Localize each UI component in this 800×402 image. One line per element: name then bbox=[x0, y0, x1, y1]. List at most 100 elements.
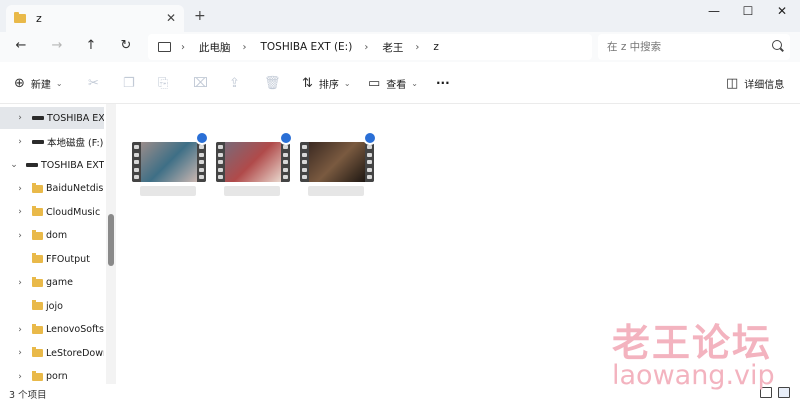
film-strip bbox=[216, 142, 225, 182]
film-hole bbox=[134, 152, 139, 157]
watermark-url: laowang.vip bbox=[612, 360, 775, 391]
folder-icon bbox=[32, 276, 43, 287]
breadcrumb-separator[interactable]: › bbox=[243, 42, 247, 53]
search-box[interactable] bbox=[598, 34, 790, 60]
sort-button[interactable]: ⇅ 排序 ⌄ bbox=[302, 76, 351, 91]
rename-icon[interactable]: ⌧ bbox=[193, 76, 208, 91]
film-hole bbox=[199, 167, 204, 172]
more-options-button[interactable]: ··· bbox=[436, 76, 450, 90]
details-pane-button[interactable]: ◫ 详细信息 bbox=[726, 76, 784, 91]
sidebar-item[interactable]: › TOSHIBA EXT bbox=[0, 107, 104, 129]
up-button[interactable]: ↑ bbox=[82, 38, 100, 53]
back-button[interactable]: ← bbox=[12, 38, 30, 53]
film-hole bbox=[367, 160, 372, 164]
sidebar-item-label: TOSHIBA EXT bbox=[47, 112, 104, 124]
refresh-button[interactable]: ↻ bbox=[117, 38, 135, 53]
folder-icon bbox=[32, 229, 43, 240]
chevron-right-icon[interactable]: › bbox=[15, 137, 25, 147]
film-hole bbox=[134, 160, 139, 164]
sidebar-item[interactable]: › game bbox=[0, 272, 104, 294]
tiles-view-icon[interactable] bbox=[778, 387, 790, 398]
breadcrumb-separator[interactable]: › bbox=[364, 42, 368, 53]
close-tab-icon[interactable]: ✕ bbox=[166, 11, 176, 25]
tab-z[interactable]: z ✕ bbox=[6, 5, 184, 32]
chevron-right-icon[interactable]: › bbox=[15, 372, 25, 382]
watermark-text: 老王论坛 bbox=[612, 321, 773, 365]
paste-icon[interactable]: ⎘ bbox=[158, 76, 168, 91]
drive-icon bbox=[32, 139, 44, 144]
view-icon: ▭ bbox=[368, 76, 381, 91]
sidebar-item[interactable]: › CloudMusic bbox=[0, 201, 104, 223]
film-hole bbox=[367, 175, 372, 179]
breadcrumb-separator[interactable]: › bbox=[181, 42, 185, 53]
sidebar-item[interactable]: › dom bbox=[0, 225, 104, 247]
folder-icon bbox=[32, 347, 43, 357]
chevron-down-icon: ⌄ bbox=[55, 79, 63, 88]
new-tab-button[interactable]: + bbox=[194, 8, 206, 24]
sidebar-item-label: porn bbox=[46, 371, 68, 382]
share-icon[interactable]: ⇪ bbox=[229, 76, 240, 91]
forward-button[interactable]: → bbox=[48, 38, 66, 53]
sidebar-item-label: CloudMusic bbox=[46, 206, 101, 218]
video-thumbnail bbox=[216, 142, 290, 182]
drive-icon bbox=[26, 163, 38, 167]
navigation-pane: › TOSHIBA EXT › 本地磁盘 (F:) ⌄ TOSHIBA EXT (› Bai… bbox=[0, 104, 118, 384]
search-icon[interactable] bbox=[772, 40, 782, 50]
copy-icon[interactable]: ❐ bbox=[123, 76, 135, 91]
sidebar-item[interactable]: › LeStoreDownl bbox=[0, 342, 104, 364]
film-hole bbox=[199, 145, 204, 149]
address-bar[interactable]: › 此电脑 › TOSHIBA EXT (E:) › 老王 › z bbox=[148, 34, 592, 60]
sidebar-item[interactable]: › 本地磁盘 (F:) bbox=[0, 131, 104, 153]
file-name-blurred bbox=[308, 186, 364, 196]
sidebar-scrollbar[interactable] bbox=[106, 104, 116, 384]
film-hole bbox=[218, 160, 223, 164]
scrollbar-thumb[interactable] bbox=[108, 214, 114, 266]
breadcrumb-z[interactable]: z bbox=[433, 41, 439, 53]
sidebar-item[interactable]: jojo bbox=[0, 295, 104, 317]
maximize-button[interactable]: ☐ bbox=[738, 4, 758, 18]
close-window-button[interactable]: ✕ bbox=[772, 4, 792, 18]
cut-icon[interactable]: ✂ bbox=[88, 76, 99, 91]
command-toolbar: ⊕ 新建 ⌄ ✂ ❐ ⎘ ⌧ ⇪ 🗑 ⇅ 排序 ⌄ ▭ 查看 ⌄ ··· ◫ 详… bbox=[0, 66, 800, 104]
sidebar-item[interactable]: › LenovoSoftsto bbox=[0, 319, 104, 341]
film-hole bbox=[302, 160, 307, 164]
chevron-down-icon: ⌄ bbox=[411, 79, 418, 88]
sort-icon: ⇅ bbox=[302, 76, 313, 91]
film-strip bbox=[300, 142, 309, 182]
film-hole bbox=[134, 145, 139, 149]
sidebar-item-label: LenovoSoftsto bbox=[46, 324, 104, 335]
sidebar-item[interactable]: › BaiduNetdiskD bbox=[0, 178, 104, 200]
film-hole bbox=[134, 167, 139, 172]
breadcrumb-this-pc[interactable]: 此电脑 bbox=[199, 40, 231, 55]
chevron-right-icon[interactable]: › bbox=[15, 207, 25, 217]
breadcrumb-drive-e[interactable]: TOSHIBA EXT (E:) bbox=[261, 41, 353, 53]
sync-status-icon bbox=[195, 131, 209, 145]
film-hole bbox=[302, 175, 307, 179]
delete-icon[interactable]: 🗑 bbox=[264, 76, 281, 91]
sidebar-item-label: game bbox=[46, 277, 73, 288]
film-hole bbox=[283, 145, 288, 149]
film-hole bbox=[199, 152, 204, 157]
chevron-down-icon[interactable]: ⌄ bbox=[9, 160, 19, 170]
sidebar-item[interactable]: ⌄ TOSHIBA EXT ( bbox=[0, 154, 104, 176]
search-input[interactable] bbox=[607, 41, 767, 53]
chevron-right-icon[interactable]: › bbox=[15, 231, 25, 241]
sidebar-item-label: 本地磁盘 (F:) bbox=[47, 137, 104, 149]
chevron-right-icon[interactable]: › bbox=[15, 348, 25, 358]
chevron-right-icon[interactable]: › bbox=[15, 113, 25, 123]
film-hole bbox=[283, 152, 288, 157]
file-explorer-window: z ✕ + — ☐ ✕ ← → ↑ ↻ › 此电脑 › TOSHIBA EXT … bbox=[0, 0, 800, 402]
chevron-right-icon[interactable]: › bbox=[15, 278, 25, 288]
breadcrumb-laowang[interactable]: 老王 bbox=[382, 40, 403, 55]
view-button[interactable]: ▭ 查看 ⌄ bbox=[368, 76, 418, 91]
new-button[interactable]: ⊕ 新建 ⌄ bbox=[14, 76, 63, 91]
file-name-blurred bbox=[140, 186, 196, 196]
more-label: ··· bbox=[436, 76, 450, 90]
chevron-right-icon[interactable]: › bbox=[15, 184, 25, 194]
sidebar-item[interactable]: FFOutput bbox=[0, 248, 104, 270]
film-hole bbox=[218, 145, 223, 149]
breadcrumb-separator[interactable]: › bbox=[415, 42, 419, 53]
chevron-right-icon[interactable]: › bbox=[15, 325, 25, 335]
minimize-button[interactable]: — bbox=[704, 4, 724, 18]
file-name-blurred bbox=[224, 186, 280, 196]
